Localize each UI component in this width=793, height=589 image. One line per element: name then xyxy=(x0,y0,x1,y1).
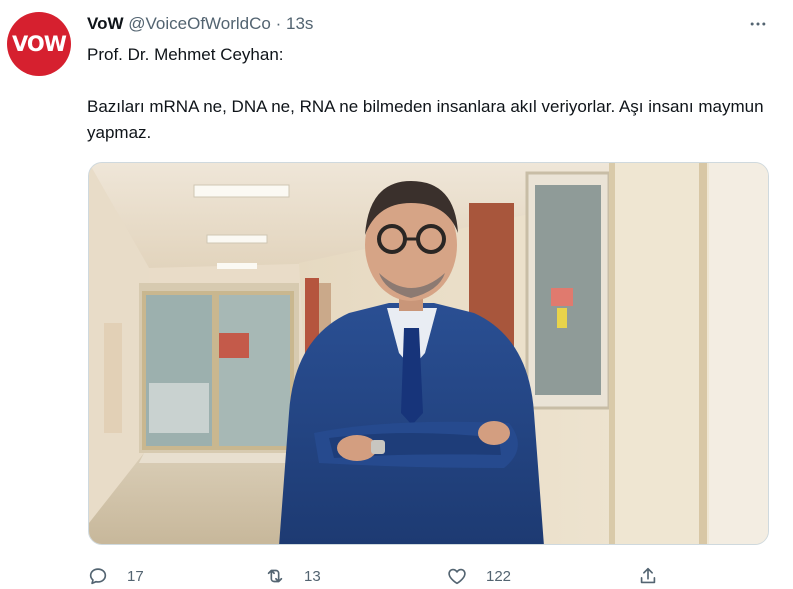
retweet-button[interactable]: 13 xyxy=(264,562,321,589)
retweet-count: 13 xyxy=(304,567,321,585)
tweet-text: Prof. Dr. Mehmet Ceyhan: Bazıları mRNA n… xyxy=(87,42,777,146)
tweet-header: VoW @VoiceOfWorldCo · 13s xyxy=(87,14,313,34)
like-icon xyxy=(446,565,468,587)
tweet[interactable]: VOW VoW @VoiceOfWorldCo · 13s Prof. Dr. … xyxy=(0,0,793,589)
like-button[interactable]: 122 xyxy=(446,562,511,589)
photo-image xyxy=(89,163,768,544)
retweet-icon xyxy=(264,565,286,587)
reply-icon xyxy=(87,565,109,587)
tweet-media-photo[interactable] xyxy=(88,162,769,545)
like-count: 122 xyxy=(486,567,512,585)
more-options-button[interactable] xyxy=(746,12,770,36)
tweet-actions: 17 13 122 xyxy=(87,562,687,589)
share-button[interactable] xyxy=(637,562,659,589)
author-name[interactable]: VoW xyxy=(87,14,124,33)
avatar[interactable]: VOW xyxy=(7,12,71,76)
tweet-text-line: Bazıları mRNA ne, DNA ne, RNA ne bilmede… xyxy=(87,97,764,142)
separator-dot: · xyxy=(275,14,282,33)
reply-count: 17 xyxy=(127,567,144,585)
tweet-timestamp[interactable]: 13s xyxy=(286,14,313,33)
share-icon xyxy=(637,565,659,587)
tweet-text-line: Prof. Dr. Mehmet Ceyhan: xyxy=(87,45,284,64)
avatar-logo-text: VOW xyxy=(12,32,67,56)
more-dots-icon xyxy=(750,22,766,26)
author-handle[interactable]: @VoiceOfWorldCo xyxy=(128,14,271,33)
reply-button[interactable]: 17 xyxy=(87,562,144,589)
